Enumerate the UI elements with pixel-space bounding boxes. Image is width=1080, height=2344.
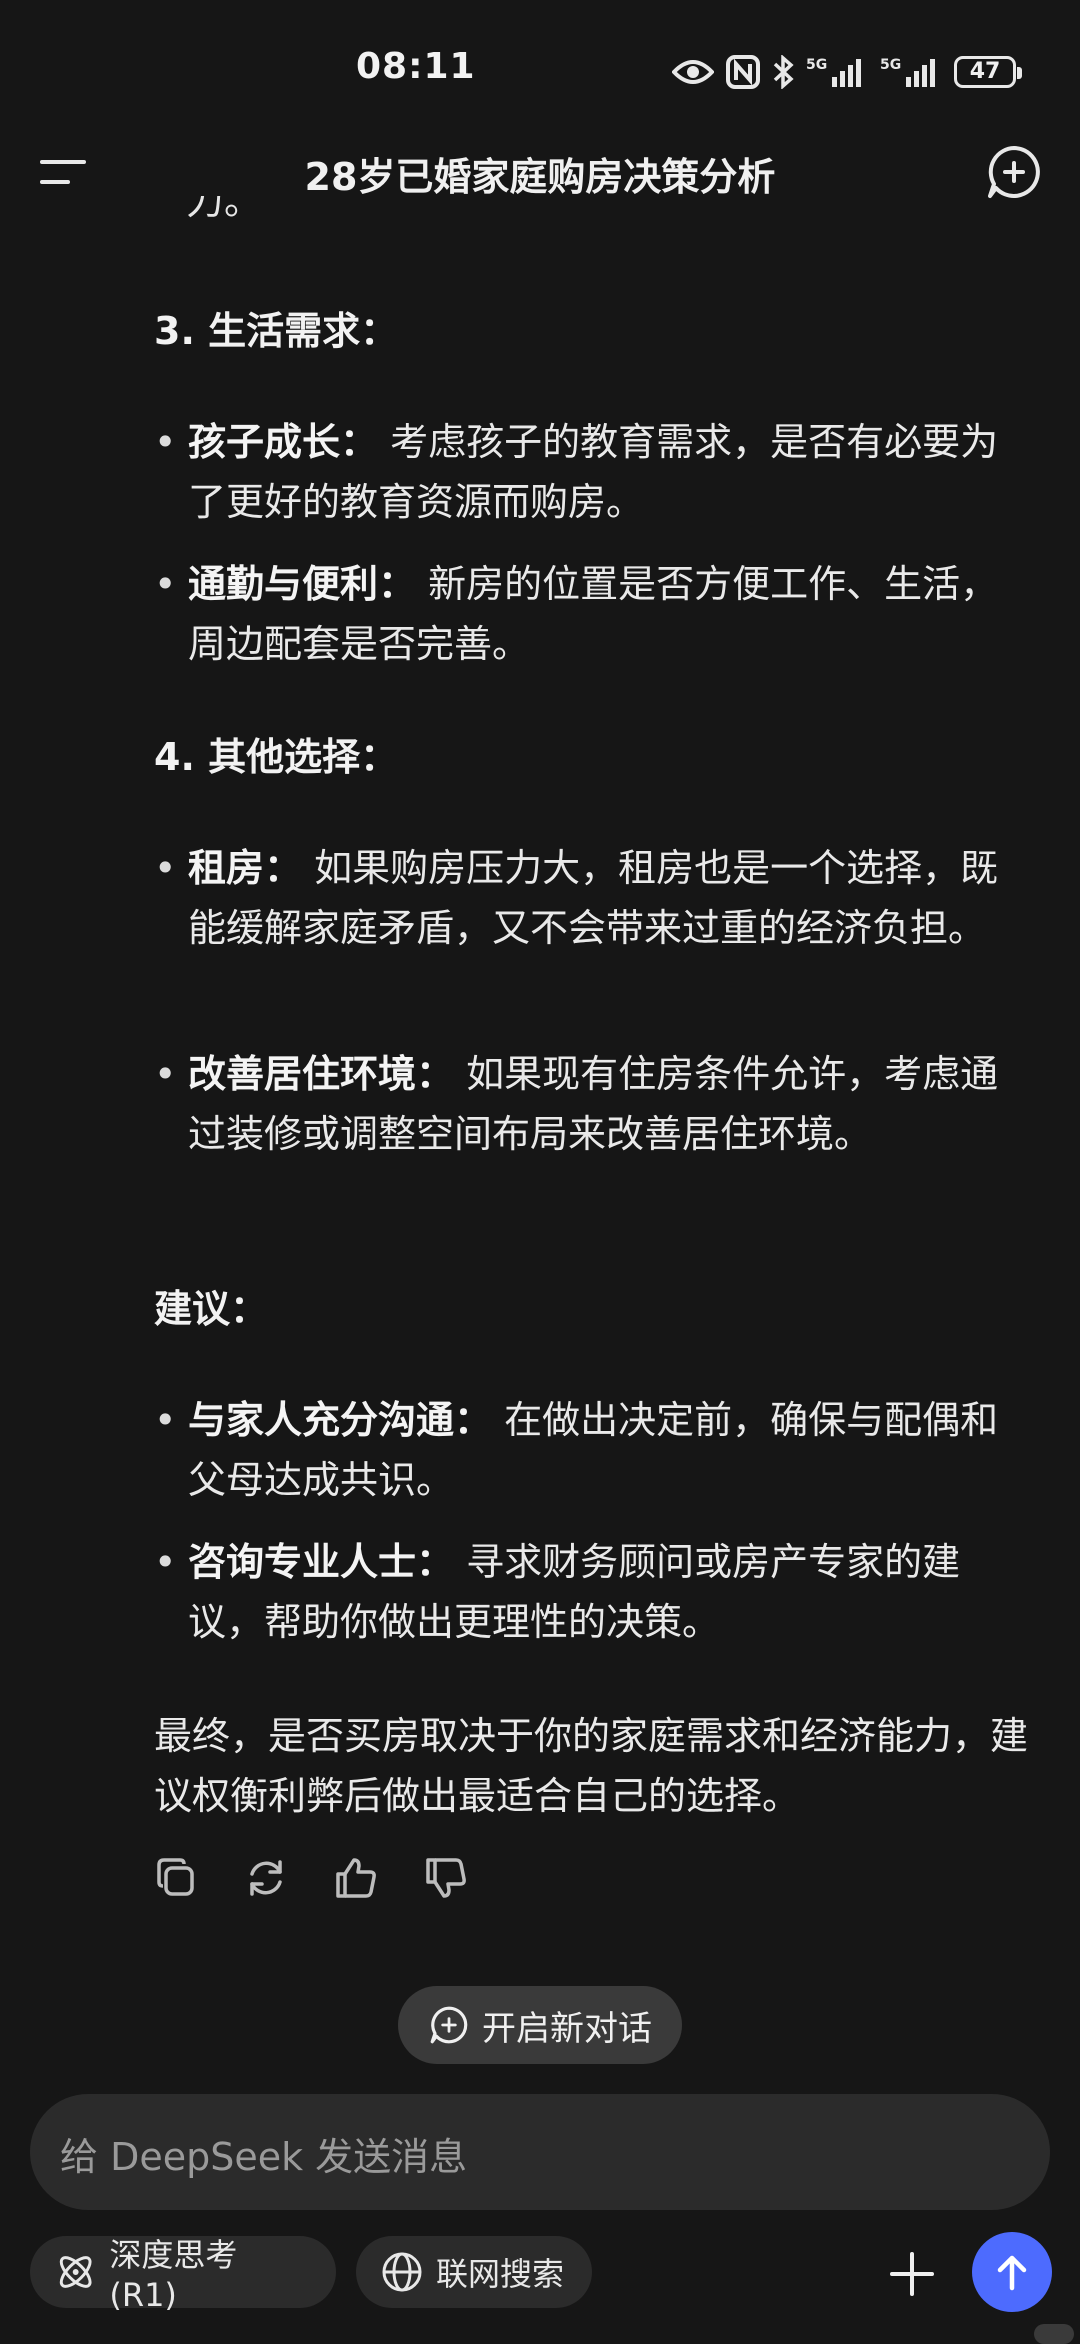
section-heading: 3. 生活需求：	[154, 309, 399, 353]
message-input-placeholder: 给 DeepSeek 发送消息	[60, 2135, 468, 2179]
status-icons: 5G 5G 47	[672, 52, 1022, 92]
list-item: • 租房： 如果购房压力大，租房也是一个选择，既能缓解家庭矛盾，又不会带来过重的…	[154, 846, 999, 950]
signal-5g-icon-2: 5G	[880, 57, 935, 87]
list-item: • 改善居住环境： 如果现有住房条件允许，考虑通过装修或调整空间布局来改善居住环…	[154, 1052, 999, 1156]
message-actions	[154, 1856, 468, 1900]
app-header: 28岁已婚家庭购房决策分析	[0, 130, 1080, 214]
send-button[interactable]	[972, 2232, 1052, 2312]
item-label: 租房：	[188, 846, 303, 890]
list-item: • 与家人充分沟通： 在做出决定前，确保与配偶和父母达成共识。	[154, 1398, 999, 1502]
item-label: 通勤与便利：	[188, 562, 417, 606]
final-paragraph: 最终，是否买房取决于你的家庭需求和经济能力，建议权衡利弊后做出最适合自己的选择。	[154, 1714, 1029, 1818]
new-chat-label: 开启新对话	[482, 2008, 652, 2049]
section-heading: 建议：	[154, 1287, 269, 1331]
thumbs-down-icon[interactable]	[424, 1856, 468, 1900]
section-heading: 4. 其他选择：	[154, 735, 399, 779]
arrow-up-icon	[997, 2255, 1027, 2291]
list-item: • 孩子成长： 考虑孩子的教育需求，是否有必要为了更好的教育资源而购房。	[154, 420, 999, 524]
item-label: 与家人充分沟通：	[188, 1398, 493, 1442]
new-chat-icon	[430, 2006, 468, 2044]
list-item: • 通勤与便利： 新房的位置是否方便工作、生活，周边配套是否完善。	[154, 562, 999, 666]
item-label: 咨询专业人士：	[188, 1540, 455, 1584]
nfc-icon	[726, 55, 760, 89]
page-title: 28岁已婚家庭购房决策分析	[304, 155, 776, 199]
web-search-toggle[interactable]: 联网搜索	[356, 2236, 592, 2308]
new-chat-button[interactable]: 开启新对话	[398, 1986, 682, 2064]
web-search-label: 联网搜索	[436, 2255, 565, 2293]
clipped-text: 力。	[186, 196, 246, 223]
deep-think-label: 深度思考 (R1)	[109, 2236, 238, 2314]
bluetooth-icon	[773, 55, 794, 89]
new-chat-icon[interactable]	[984, 142, 1044, 202]
battery-level: 47	[969, 59, 1001, 84]
svg-text:5G: 5G	[880, 57, 901, 73]
plus-icon[interactable]	[880, 2242, 944, 2306]
status-time: 08:11	[356, 46, 476, 87]
thumbs-up-icon[interactable]	[334, 1856, 378, 1900]
eye-icon	[672, 60, 714, 84]
item-text: 如果购房压力大，租房也是一个选择，既能缓解家庭矛盾，又不会带来过重的经济负担。	[188, 846, 999, 950]
refresh-icon[interactable]	[244, 1856, 288, 1900]
status-bar: 08:11 5G 5G 47	[0, 0, 1080, 140]
atom-icon	[59, 2256, 92, 2288]
svg-text:5G: 5G	[806, 57, 827, 73]
watermark	[1034, 2324, 1074, 2344]
list-item: • 咨询专业人士： 寻求财务顾问或房产专家的建议，帮助你做出更理性的决策。	[154, 1540, 961, 1644]
message-input[interactable]: 给 DeepSeek 发送消息	[30, 2094, 1050, 2210]
globe-icon	[382, 2252, 422, 2292]
item-label: 改善居住环境：	[188, 1052, 455, 1096]
deep-think-toggle[interactable]: 深度思考 (R1)	[30, 2236, 336, 2314]
copy-icon[interactable]	[154, 1856, 198, 1900]
signal-5g-icon: 5G	[806, 57, 861, 87]
item-label: 孩子成长：	[188, 420, 379, 464]
battery-icon: 47	[954, 56, 1022, 88]
